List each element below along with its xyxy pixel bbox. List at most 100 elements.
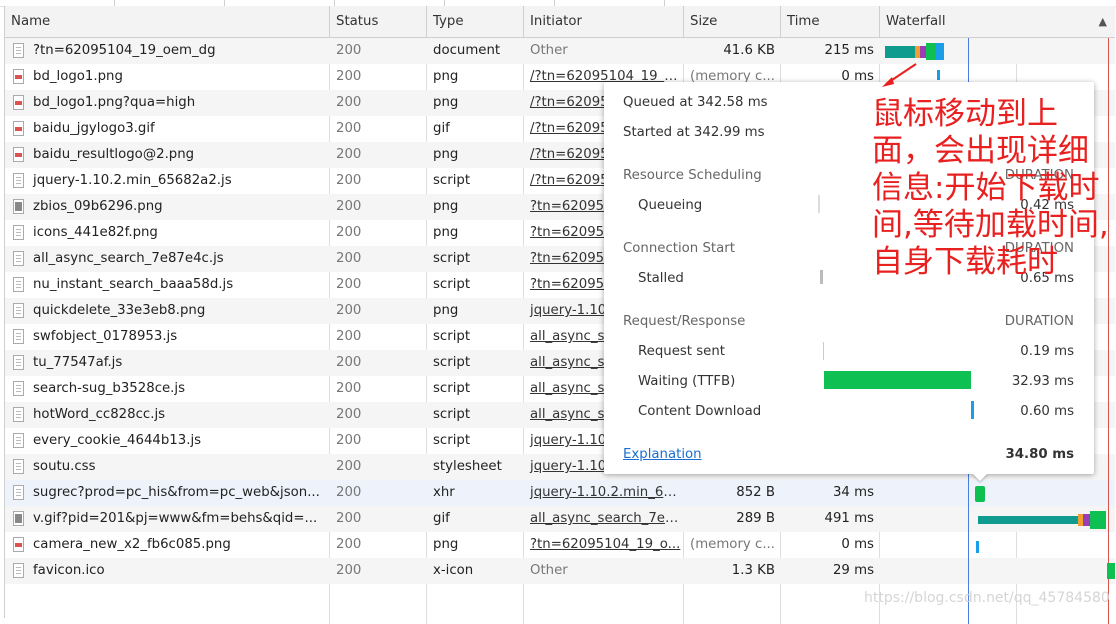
request-name[interactable]: all_async_search_7e87e4c.js [5,246,330,272]
header-time[interactable]: Time [781,6,880,37]
file-icon [13,485,24,500]
table-row[interactable]: ?tn=62095104_19_oem_dg 200 document Other 41… [5,38,1115,64]
request-size: 1.3 KB [731,563,775,578]
duration-header: DURATION [1004,314,1074,329]
total-duration: 34.80 ms [1005,447,1074,462]
request-name[interactable]: bd_logo1.png [5,64,330,90]
image-file-icon [13,511,24,526]
annotation-arrow-icon [882,63,917,87]
request-type: script [433,277,471,292]
table-header: Name Status Type Initiator Size Time Wat… [5,6,1115,38]
request-type: script [433,381,471,396]
request-time: 34 ms [832,485,874,500]
waterfall-bar-waiting [978,516,1078,524]
file-icon [13,225,24,240]
request-name[interactable]: ?tn=62095104_19_oem_dg [5,38,330,64]
header-waterfall-label: Waterfall [886,14,946,29]
request-time: 0 ms [841,537,874,552]
request-type: script [433,251,471,266]
request-initiator[interactable]: ?tn=62095104_19_o... [524,532,684,558]
request-type: gif [433,121,450,136]
request-name[interactable]: sugrec?prod=pc_his&from=pc_web&json... [5,480,330,506]
image-file-icon [13,147,24,162]
request-type: png [433,303,459,318]
header-status[interactable]: Status [330,6,427,37]
request-name[interactable]: hotWord_cc828cc.js [5,402,330,428]
request-status: 200 [336,251,362,266]
header-type[interactable]: Type [427,6,524,37]
request-name-text: bd_logo1.png [33,69,123,84]
request-initiator[interactable]: all_async_search_7e8... [524,506,684,532]
table-row[interactable]: sugrec?prod=pc_his&from=pc_web&json... 20… [5,480,1115,506]
request-name[interactable]: zbios_09b6296.png [5,194,330,220]
content-download-label: Content Download [638,404,762,419]
request-name[interactable]: quickdelete_33e3eb8.png [5,298,330,324]
request-name-text: baidu_resultlogo@2.png [33,147,195,162]
header-waterfall[interactable]: Waterfall ▲ [880,6,1115,37]
waterfall-bar-download [937,70,940,80]
request-status: 200 [336,147,362,162]
table-row[interactable]: camera_new_x2_fb6c085.png 200 png ?tn=62095… [5,532,1115,558]
table-row[interactable]: v.gif?pid=201&pj=www&fm=behs&qid=... 200 g… [5,506,1115,532]
request-status: 200 [336,69,362,84]
request-name[interactable]: bd_logo1.png?qua=high [5,90,330,116]
request-name[interactable]: icons_441e82f.png [5,220,330,246]
request-type: x-icon [433,563,474,578]
request-status: 200 [336,95,362,110]
request-name[interactable]: favicon.ico [5,558,330,584]
request-name[interactable]: swfobject_0178953.js [5,324,330,350]
request-type: script [433,355,471,370]
request-initiator[interactable]: jquery-1.10.2.min_65... [524,480,684,506]
file-icon [13,407,24,422]
header-size[interactable]: Size [684,6,781,37]
explanation-link[interactable]: Explanation [623,447,702,462]
request-name[interactable]: baidu_jgylogo3.gif [5,116,330,142]
tooltip-caret [972,473,988,481]
image-file-icon [13,537,24,552]
stalled-label: Stalled [638,271,684,286]
request-size: 852 B [736,485,775,500]
request-name-text: every_cookie_4644b13.js [33,433,202,448]
request-name-text: tu_77547af.js [33,355,123,370]
request-type: script [433,329,471,344]
request-name-text: jquery-1.10.2.min_65682a2.js [33,173,232,188]
request-name[interactable]: baidu_resultlogo@2.png [5,142,330,168]
waterfall-bar-ttfb-selected [975,486,985,502]
request-name-text: soutu.css [33,459,96,474]
request-name[interactable]: every_cookie_4644b13.js [5,428,330,454]
table-row[interactable]: favicon.ico 200 x-icon Other 1.3 KB 29 ms [5,558,1115,584]
file-icon [13,329,24,344]
request-name[interactable]: jquery-1.10.2.min_65682a2.js [5,168,330,194]
request-status: 200 [336,563,362,578]
request-status: 200 [336,303,362,318]
request-name-text: camera_new_x2_fb6c085.png [33,537,231,552]
waterfall-bar-download [936,43,944,60]
request-name-text: hotWord_cc828cc.js [33,407,166,422]
section-request-response: Request/Response [623,314,746,329]
request-status: 200 [336,381,362,396]
request-status: 200 [336,225,362,240]
request-name-text: ?tn=62095104_19_oem_dg [33,43,216,58]
request-name[interactable]: nu_instant_search_baaa58d.js [5,272,330,298]
file-icon [13,433,24,448]
annotation-note: 鼠标移动到上面，会出现详细信息:开始下载时间,等待加载时间,自身下载耗时 [872,96,1109,280]
file-icon [13,43,24,58]
request-name[interactable]: search-sug_b3528ce.js [5,376,330,402]
header-initiator[interactable]: Initiator [524,6,684,37]
waiting-ttfb-bar [824,371,971,389]
request-name-text: quickdelete_33e3eb8.png [33,303,206,318]
waterfall-bar-waiting [885,46,915,58]
request-name[interactable]: soutu.css [5,454,330,480]
request-status: 200 [336,511,362,526]
file-icon [13,303,24,318]
request-type: png [433,225,459,240]
request-name[interactable]: tu_77547af.js [5,350,330,376]
request-name[interactable]: v.gif?pid=201&pj=www&fm=behs&qid=... [5,506,330,532]
header-name[interactable]: Name [5,6,330,37]
request-status: 200 [336,407,362,422]
request-name[interactable]: camera_new_x2_fb6c085.png [5,532,330,558]
request-sent-bar [823,342,824,360]
sort-ascending-icon[interactable]: ▲ [1099,6,1107,37]
queued-at: Queued at 342.58 ms [623,95,768,110]
content-download-bar [971,401,974,419]
